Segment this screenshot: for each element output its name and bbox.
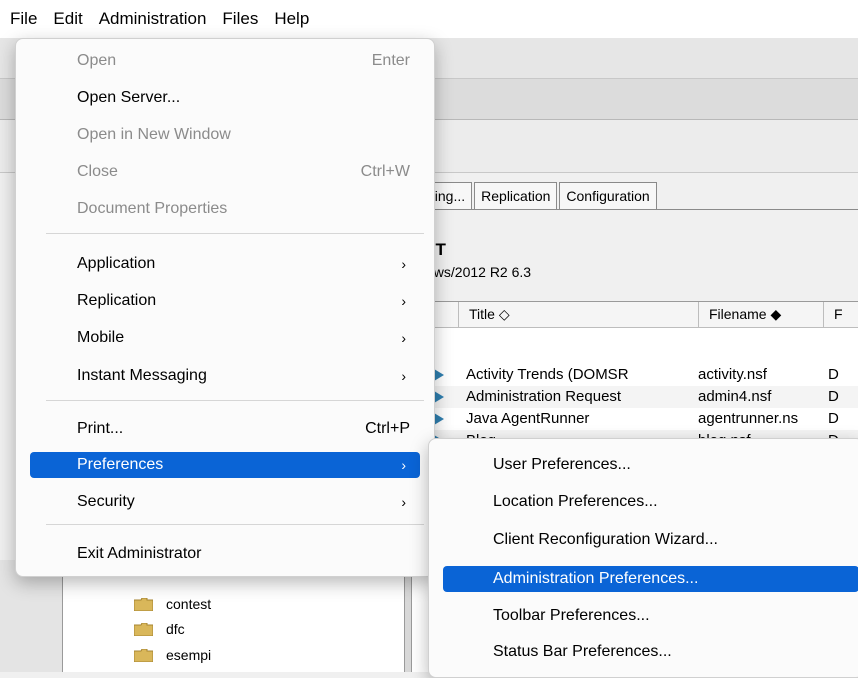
menu-item-application[interactable]: Application › <box>30 248 420 280</box>
menu-item-label: Document Properties <box>77 200 228 217</box>
menu-item-print[interactable]: Print... Ctrl+P <box>30 413 420 445</box>
chevron-right-icon: › <box>401 330 406 346</box>
submenu-item-toolbar-preferences[interactable]: Toolbar Preferences... <box>443 600 858 631</box>
row-title: Administration Request <box>466 388 622 405</box>
menu-item-preferences[interactable]: Preferences › <box>30 452 420 478</box>
tab-underline <box>410 209 858 210</box>
row-filename: agentrunner.ns <box>698 410 799 427</box>
tab-replication[interactable]: Replication <box>474 182 558 209</box>
database-icon <box>434 391 444 403</box>
menu-item-shortcut: Ctrl+P <box>365 420 410 437</box>
row-title: Activity Trends (DOMSR <box>466 366 629 383</box>
preferences-submenu: User Preferences... Location Preferences… <box>428 438 858 678</box>
database-icon <box>434 413 444 425</box>
menu-help[interactable]: Help <box>266 0 317 38</box>
row-extra: D <box>828 388 839 405</box>
menu-item-label: Instant Messaging <box>77 367 207 384</box>
menu-item-shortcut: Enter <box>371 52 410 69</box>
menu-item-document-properties[interactable]: Document Properties <box>30 193 420 225</box>
menu-item-open-in-new-window[interactable]: Open in New Window <box>30 119 420 151</box>
table-row[interactable]: Activity Trends (DOMSR activity.nsf D <box>410 364 858 386</box>
menu-item-label: Exit Administrator <box>77 545 202 562</box>
menu-item-open[interactable]: Open Enter <box>30 45 420 77</box>
menu-item-replication[interactable]: Replication › <box>30 285 420 317</box>
menu-item-label: Open in New Window <box>77 126 231 143</box>
menu-item-exit-administrator[interactable]: Exit Administrator <box>30 538 420 570</box>
menu-item-label: Close <box>77 163 118 180</box>
folder-label: contest <box>166 596 212 612</box>
folder-icon <box>134 623 153 636</box>
column-header-filename[interactable]: Filename ◆ <box>698 302 823 327</box>
menu-item-label: Preferences <box>77 456 164 473</box>
chevron-right-icon: › <box>401 494 406 510</box>
menu-item-label: Toolbar Preferences... <box>493 607 650 624</box>
row-filename: activity.nsf <box>698 366 767 383</box>
menu-item-instant-messaging[interactable]: Instant Messaging › <box>30 360 420 392</box>
row-title: Java AgentRunner <box>466 410 590 427</box>
menu-files[interactable]: Files <box>214 0 266 38</box>
menu-item-mobile[interactable]: Mobile › <box>30 322 420 354</box>
column-header-extra[interactable]: F <box>823 302 858 327</box>
menu-item-shortcut: Ctrl+W <box>360 163 410 180</box>
menu-separator <box>46 524 424 525</box>
folder-label: dfc <box>166 621 185 637</box>
table-header: Title ◇ Filename ◆ F <box>410 301 858 328</box>
menu-item-label: Mobile <box>77 329 125 346</box>
tab-configuration[interactable]: Configuration <box>559 182 657 209</box>
folder-icon <box>134 598 153 611</box>
row-extra: D <box>828 366 839 383</box>
submenu-item-location-preferences[interactable]: Location Preferences... <box>443 486 858 517</box>
menu-item-label: Client Reconfiguration Wizard... <box>493 531 718 548</box>
chevron-right-icon: › <box>401 368 406 384</box>
chevron-right-icon: › <box>401 293 406 309</box>
menu-item-label: Administration Preferences... <box>493 570 699 587</box>
database-icon <box>434 369 444 381</box>
menu-item-label: Open <box>77 52 117 69</box>
chevron-right-icon: › <box>401 256 406 272</box>
server-tabs: ging... Replication Configuration <box>420 182 659 209</box>
server-subtitle: ows/2012 R2 6.3 <box>426 264 532 280</box>
folder-icon <box>134 649 153 662</box>
menu-item-label: User Preferences... <box>493 456 631 473</box>
chevron-right-icon: › <box>401 457 406 473</box>
folder-label: esempi <box>166 647 212 663</box>
menu-item-close[interactable]: Close Ctrl+W <box>30 156 420 188</box>
menu-administration[interactable]: Administration <box>91 0 215 38</box>
menu-item-label: Replication <box>77 292 157 309</box>
submenu-item-status-bar-preferences[interactable]: Status Bar Preferences... <box>443 636 858 667</box>
table-row[interactable]: Administration Request admin4.nsf D <box>410 386 858 408</box>
menu-item-open-server[interactable]: Open Server... <box>30 82 420 114</box>
menu-item-label: Application <box>77 255 156 272</box>
menu-file[interactable]: File <box>0 0 45 38</box>
menu-item-label: Security <box>77 493 135 510</box>
menu-separator <box>46 400 424 401</box>
file-menu: Open Enter Open Server... Open in New Wi… <box>15 38 435 577</box>
menu-separator <box>46 233 424 234</box>
row-filename: admin4.nsf <box>698 388 772 405</box>
menu-edit[interactable]: Edit <box>45 0 90 38</box>
row-extra: D <box>828 410 839 427</box>
submenu-item-user-preferences[interactable]: User Preferences... <box>443 449 858 480</box>
menubar: File Edit Administration Files Help <box>0 0 858 38</box>
menu-item-label: Open Server... <box>77 89 181 106</box>
menu-item-security[interactable]: Security › <box>30 486 420 518</box>
menu-item-label: Status Bar Preferences... <box>493 643 672 660</box>
submenu-item-administration-preferences[interactable]: Administration Preferences... <box>443 566 858 592</box>
menu-item-label: Print... <box>77 420 124 437</box>
column-header-title[interactable]: Title ◇ <box>458 302 698 327</box>
menu-item-label: Location Preferences... <box>493 493 658 510</box>
table-row[interactable]: Java AgentRunner agentrunner.ns D <box>410 408 858 430</box>
submenu-item-client-reconfiguration-wizard[interactable]: Client Reconfiguration Wizard... <box>443 524 858 555</box>
